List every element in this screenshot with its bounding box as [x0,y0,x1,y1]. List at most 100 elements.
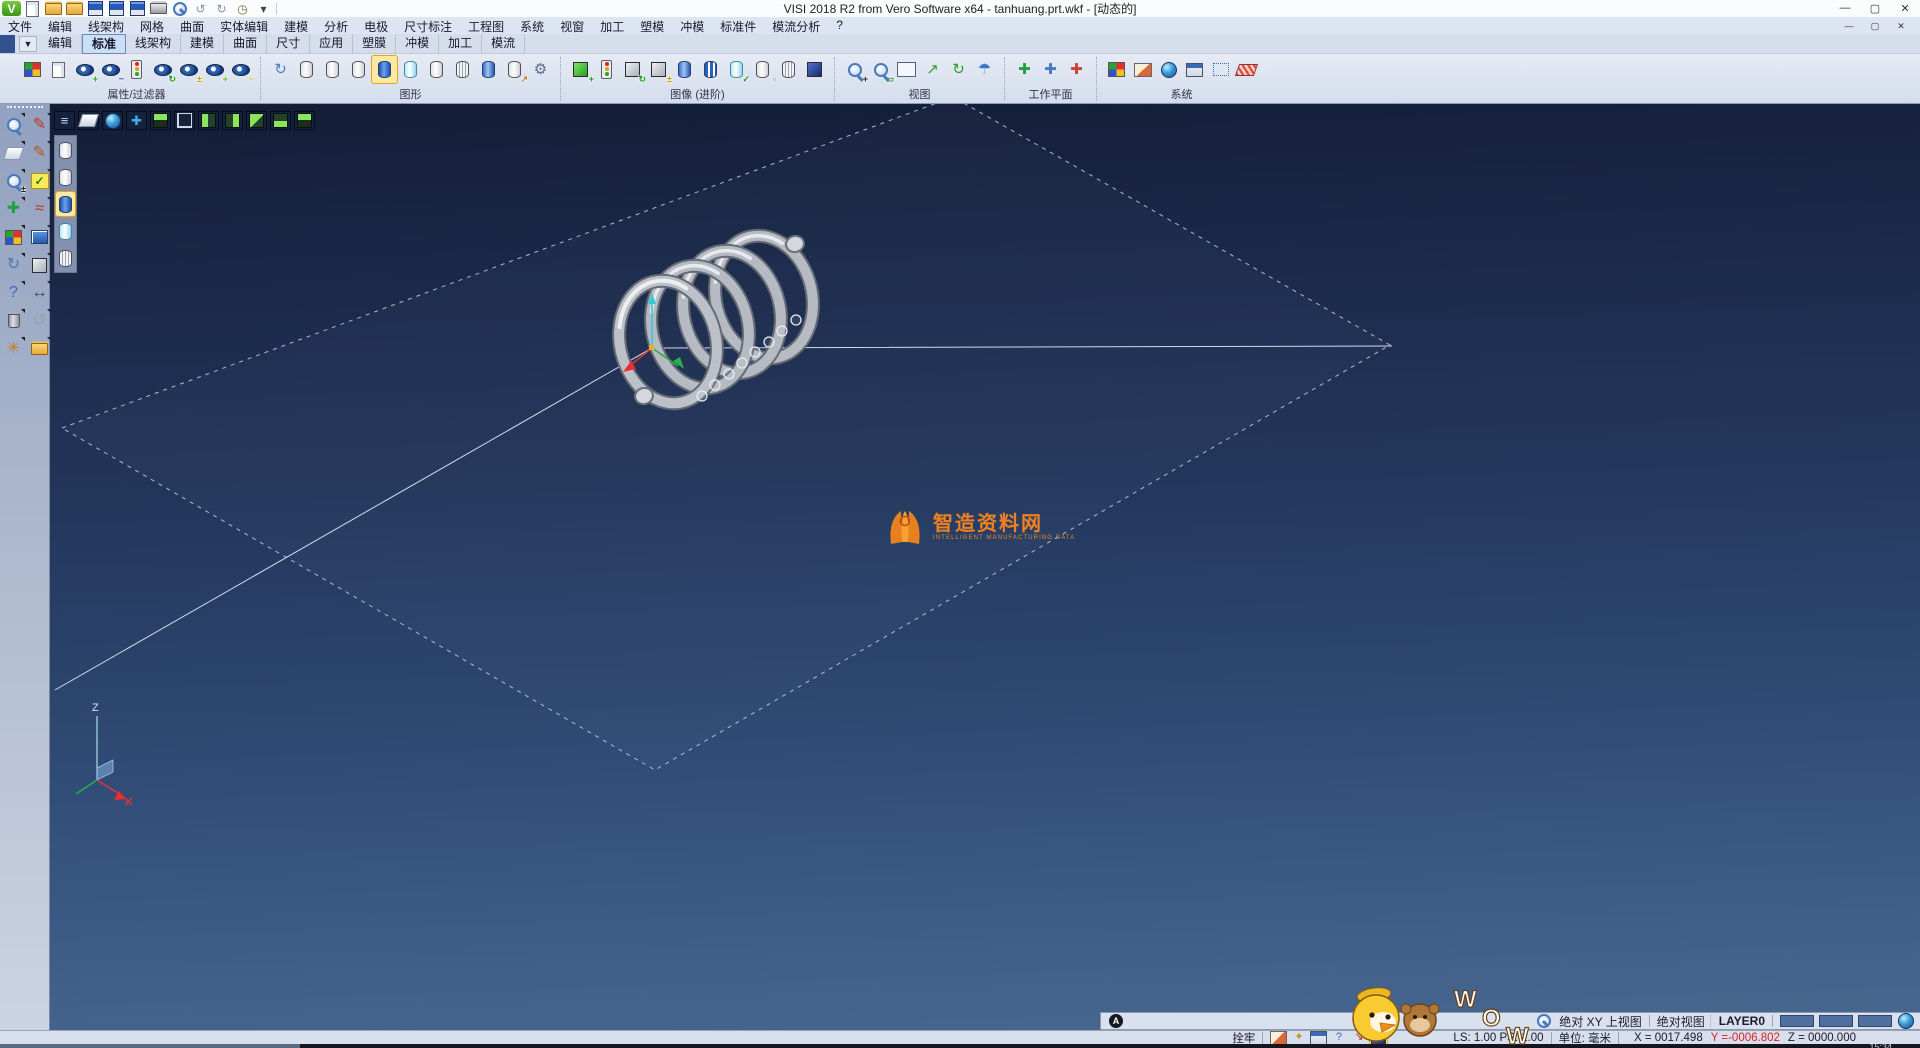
image-settings-icon[interactable] [1130,56,1155,83]
view-front-icon[interactable] [198,111,219,130]
wireframe-cyl-icon[interactable] [294,56,319,83]
help-icon[interactable]: ? [2,281,25,305]
tab-曲面[interactable]: 曲面 [224,34,267,54]
tab-模流[interactable]: 模流 [482,34,525,54]
status-exit-icon[interactable]: ↘ [1350,1031,1367,1044]
hidden-line-cyl-icon[interactable] [320,56,345,83]
color-table-icon[interactable] [1104,56,1129,83]
system-config-icon[interactable] [1156,56,1181,83]
mode-translucent-icon[interactable] [56,246,75,270]
toggle-visibility-icon[interactable]: ± [176,56,201,83]
menu-尺寸标注[interactable]: 尺寸标注 [396,18,460,35]
view-menu-icon[interactable]: ≡ [54,111,75,130]
insert-file-icon[interactable] [65,1,84,16]
undo-icon[interactable]: ↺ [191,1,210,16]
tab-标准[interactable]: 标准 [82,34,126,54]
view-shade-icon[interactable]: ☂ [972,56,997,83]
menu-视窗[interactable]: 视窗 [552,18,592,35]
solid-cube-icon[interactable] [28,253,51,277]
mode-hidden-line-icon[interactable] [56,165,75,189]
spline-edit-icon[interactable]: ✎ [28,141,51,165]
delete-trash-icon[interactable] [2,309,25,333]
menu-电极[interactable]: 电极 [356,18,396,35]
hide-selected-icon[interactable]: − [228,56,253,83]
selection-settings-icon[interactable] [1208,56,1233,83]
tab-加工[interactable]: 加工 [439,34,482,54]
tile-windows-icon[interactable] [28,225,51,249]
workplane-display-icon[interactable] [78,111,99,130]
graphics-settings-icon[interactable]: ⚙ [528,56,553,83]
print-icon[interactable] [149,1,168,16]
panel-grip[interactable] [7,106,43,110]
menu-网格[interactable]: 网格 [132,18,172,35]
hide-entities-icon[interactable]: ~ [98,56,123,83]
status-zoom-icon[interactable] [1535,1014,1552,1028]
status-help-icon[interactable]: ? [1330,1031,1347,1044]
dark-cube-icon[interactable] [802,56,827,83]
layer-color-bar[interactable] [1819,1015,1853,1027]
status-wand-icon[interactable]: ✦ [1290,1031,1307,1044]
open-file-icon[interactable] [44,1,63,16]
refresh-render-icon[interactable]: ↻ [620,56,645,83]
menu-模流分析[interactable]: 模流分析 [764,18,828,35]
view-mode-label[interactable]: 绝对 XY 上视图 [1559,1013,1641,1030]
striped-render-icon[interactable] [698,56,723,83]
assistant-badge[interactable]: A [1109,1014,1123,1028]
status-capture-icon[interactable] [1270,1031,1287,1044]
view-right-icon[interactable] [270,111,291,130]
tab-塑膜[interactable]: 塑膜 [353,34,396,54]
menu-?[interactable]: ? [828,18,851,35]
view-left-icon[interactable] [246,111,267,130]
shaded-cyl-icon[interactable] [372,56,397,83]
grid-settings-icon[interactable] [1234,56,1259,83]
new-file-icon[interactable] [23,1,42,16]
tab-冲模[interactable]: 冲模 [396,34,439,54]
open-edit-folder-icon[interactable] [28,337,51,361]
tab-线架构[interactable]: 线架构 [126,34,181,54]
export-image-icon[interactable]: ↗ [502,56,527,83]
save-as-icon[interactable] [107,1,126,16]
menu-分析[interactable]: 分析 [316,18,356,35]
select-filter-icon[interactable] [2,113,25,137]
curve-edit-icon[interactable]: ≈ [28,197,51,221]
doc-restore-button[interactable]: ▢ [1862,21,1888,32]
doc-close-button[interactable]: ✕ [1888,21,1914,32]
refresh-visibility-icon[interactable]: ↻ [150,56,175,83]
mode-shaded-edges-icon[interactable] [56,219,75,243]
tab-编辑[interactable]: 编辑 [39,34,82,54]
toggle-render-icon[interactable]: ± [646,56,671,83]
plane-bounds-icon[interactable] [2,141,25,165]
close-button[interactable]: ✕ [1890,2,1920,15]
render-page-icon[interactable]: ▫ [750,56,775,83]
transparent-cyl-icon[interactable] [450,56,475,83]
render-filter-icon[interactable] [594,56,619,83]
zoom-in-icon[interactable]: + [842,56,867,83]
menu-工程图[interactable]: 工程图 [460,18,512,35]
mode-wireframe-icon[interactable] [56,138,75,162]
regen-graphics-icon[interactable]: ↻ [268,56,293,83]
absolute-view-label[interactable]: 绝对视图 [1657,1013,1705,1030]
move-ucs-icon[interactable]: ✚ [2,197,25,221]
rotate-view-icon[interactable]: ↻ [946,56,971,83]
edit-attributes-icon[interactable] [20,56,45,83]
verify-render-icon[interactable]: ✓ [724,56,749,83]
tab-dropdown-button[interactable]: ▼ [19,36,37,52]
zoom-extents-icon[interactable]: ± [2,169,25,193]
maximize-button[interactable]: ▢ [1860,2,1890,15]
zoom-actual-icon[interactable]: 1:1 [894,56,919,83]
menu-加工[interactable]: 加工 [592,18,632,35]
doc-minimize-button[interactable]: — [1836,21,1862,32]
viewport-canvas[interactable]: Z [50,104,1920,1030]
menu-编辑[interactable]: 编辑 [40,18,80,35]
print-preview-icon[interactable] [170,1,189,16]
combined-view-icon[interactable] [476,56,501,83]
menu-建模[interactable]: 建模 [276,18,316,35]
menu-线架构[interactable]: 线架构 [80,18,132,35]
table-settings-icon[interactable] [1182,56,1207,83]
measure-distance-icon[interactable]: ↔ [28,281,51,305]
axis-display-icon[interactable]: ✚ [126,111,147,130]
tab-应用[interactable]: 应用 [310,34,353,54]
menu-曲面[interactable]: 曲面 [172,18,212,35]
layer-color-bar[interactable] [1780,1015,1814,1027]
workplane-entity-icon[interactable]: ✚ [1038,56,1063,83]
